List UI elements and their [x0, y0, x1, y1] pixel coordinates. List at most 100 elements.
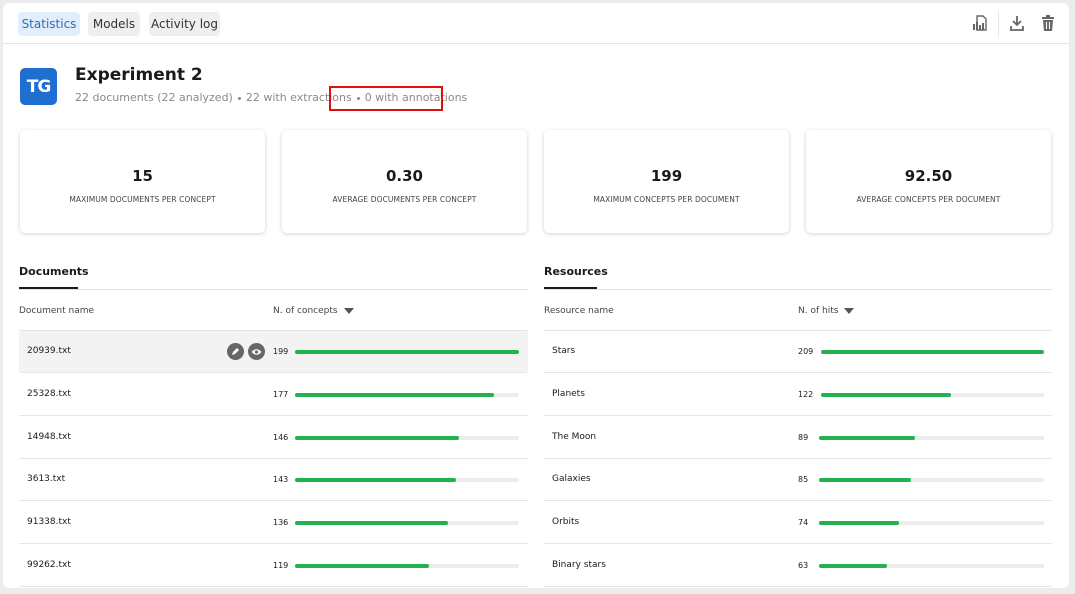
tab-activity-log[interactable]: Activity log: [149, 12, 220, 36]
table-row[interactable]: The Moon 89: [544, 417, 1052, 459]
stat-card: 92.50 AVERAGE CONCEPTS PER DOCUMENT: [806, 130, 1051, 233]
row-value: 85: [798, 475, 809, 484]
progress-bar-fill: [819, 436, 915, 440]
row-value: 177: [273, 390, 289, 399]
stat-card: 0.30 AVERAGE DOCUMENTS PER CONCEPT: [282, 130, 527, 233]
toolbar-divider: [998, 11, 999, 37]
progress-bar-track: [295, 478, 519, 482]
progress-bar-track: [295, 564, 519, 568]
row-actions: [227, 343, 265, 360]
table-row[interactable]: 25328.txt 177: [19, 374, 528, 416]
table-row[interactable]: Galaxies 85: [544, 459, 1052, 501]
row-name: Galaxies: [552, 474, 591, 484]
stat-value: 0.30: [385, 167, 423, 185]
sort-desc-icon[interactable]: [844, 307, 855, 314]
table-row[interactable]: 20939.txt 199: [19, 331, 528, 373]
row-name: 25328.txt: [27, 389, 71, 399]
row-name: 91338.txt: [27, 517, 71, 527]
documents-count: 22 documents (22 analyzed): [75, 91, 233, 104]
progress-bar-fill: [819, 564, 887, 568]
table-row[interactable]: 91338.txt 136: [19, 502, 528, 544]
progress-bar-track: [819, 521, 1044, 525]
top-toolbar: Statistics Models Activity log: [3, 3, 1069, 44]
concepts-column-header[interactable]: N. of concepts: [273, 306, 354, 316]
stat-value: 15: [132, 167, 153, 185]
progress-bar-fill: [821, 350, 1044, 354]
row-name: Planets: [552, 389, 585, 399]
table-row[interactable]: Orbits 74: [544, 502, 1052, 544]
progress-bar-track: [819, 478, 1044, 482]
progress-bar-fill: [295, 521, 448, 525]
resources-section-title: Resources: [544, 265, 608, 278]
table-row[interactable]: Binary stars 63: [544, 545, 1052, 587]
row-value: 143: [273, 475, 289, 484]
progress-bar-fill: [295, 350, 519, 354]
experiment-logo: TG: [20, 68, 57, 105]
concepts-header-label: N. of concepts: [273, 306, 338, 316]
stat-value: 199: [650, 167, 683, 185]
progress-bar-track: [295, 350, 519, 354]
resource-name-header: Resource name: [544, 306, 614, 316]
progress-bar-track: [295, 521, 519, 525]
row-value: 89: [798, 433, 809, 442]
stat-card: 199 MAXIMUM CONCEPTS PER DOCUMENT: [544, 130, 789, 233]
stat-card: 15 MAXIMUM DOCUMENTS PER CONCEPT: [20, 130, 265, 233]
divider: [19, 289, 528, 290]
annotations-highlight-box: [329, 86, 443, 111]
report-icon[interactable]: [971, 14, 989, 32]
row-value: 209: [798, 347, 814, 356]
progress-bar-track: [295, 436, 519, 440]
sort-desc-icon[interactable]: [343, 307, 354, 314]
row-name: Orbits: [552, 517, 580, 527]
annotate-icon[interactable]: [227, 343, 244, 360]
progress-bar-track: [819, 436, 1044, 440]
progress-bar-track: [295, 393, 519, 397]
document-name-header: Document name: [19, 306, 95, 316]
row-value: 199: [273, 347, 289, 356]
row-name: 20939.txt: [27, 346, 71, 356]
progress-bar-fill: [295, 436, 459, 440]
table-row[interactable]: Stars 209: [544, 331, 1052, 373]
row-name: 3613.txt: [27, 474, 66, 484]
experiment-card: Statistics Models Activity log TG Experi…: [3, 3, 1069, 588]
table-row[interactable]: Planets 122: [544, 374, 1052, 416]
table-row[interactable]: 3613.txt 143: [19, 459, 528, 501]
progress-bar-track: [821, 350, 1044, 354]
table-row[interactable]: 14948.txt 146: [19, 417, 528, 459]
row-name: 99262.txt: [27, 560, 71, 570]
separator-dot: [237, 96, 241, 100]
row-name: 14948.txt: [27, 432, 71, 442]
row-name: Stars: [552, 346, 576, 356]
row-value: 63: [798, 561, 809, 570]
progress-bar-fill: [295, 393, 494, 397]
row-name: Binary stars: [552, 560, 606, 570]
row-value: 119: [273, 561, 289, 570]
progress-bar-fill: [295, 564, 429, 568]
stat-value: 92.50: [904, 167, 953, 185]
stat-label: AVERAGE DOCUMENTS PER CONCEPT: [332, 195, 477, 204]
progress-bar-fill: [819, 478, 911, 482]
row-value: 146: [273, 433, 289, 442]
row-value: 136: [273, 518, 289, 527]
hits-column-header[interactable]: N. of hits: [798, 306, 855, 316]
progress-bar-track: [819, 564, 1044, 568]
trash-icon[interactable]: [1039, 14, 1057, 32]
progress-bar-track: [821, 393, 1044, 397]
stat-label: AVERAGE CONCEPTS PER DOCUMENT: [856, 195, 1001, 204]
progress-bar-fill: [819, 521, 899, 525]
view-icon[interactable]: [248, 343, 265, 360]
progress-bar-fill: [821, 393, 951, 397]
documents-section-title: Documents: [19, 265, 89, 278]
row-value: 122: [798, 390, 814, 399]
row-value: 74: [798, 518, 809, 527]
progress-bar-fill: [295, 478, 456, 482]
table-row[interactable]: 99262.txt 119: [19, 545, 528, 587]
tab-statistics[interactable]: Statistics: [18, 12, 80, 36]
tab-models[interactable]: Models: [88, 12, 140, 36]
stat-label: MAXIMUM DOCUMENTS PER CONCEPT: [69, 195, 216, 204]
page-title: Experiment 2: [75, 65, 203, 85]
hits-header-label: N. of hits: [798, 306, 839, 316]
stat-label: MAXIMUM CONCEPTS PER DOCUMENT: [593, 195, 740, 204]
download-icon[interactable]: [1008, 14, 1026, 32]
divider: [544, 289, 1052, 290]
